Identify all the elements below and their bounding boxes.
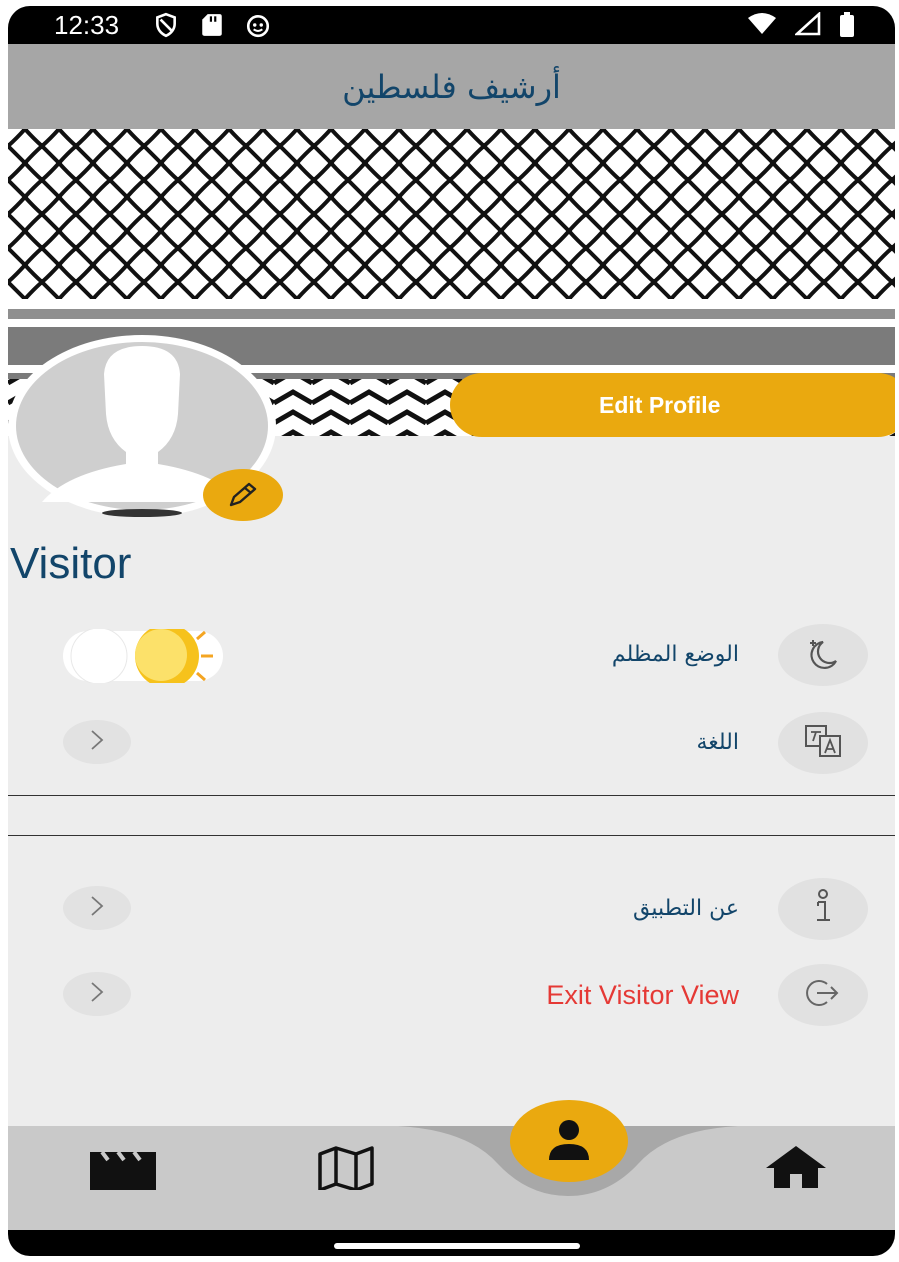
exit-visitor-row[interactable]: Exit Visitor View [8,962,895,1028]
dark-mode-row[interactable]: الوضع المظلم [8,622,895,688]
page-title: أرشيف فلسطين [342,67,561,106]
chevron-right-icon [89,981,105,1007]
dark-mode-label: الوضع المظلم [611,642,739,667]
language-chevron-button[interactable] [63,720,131,764]
moon-icon [803,634,843,676]
status-bar: 12:33 [8,6,895,44]
chevron-right-icon [89,729,105,755]
pencil-icon [227,481,259,513]
logout-icon [803,976,843,1014]
nav-profile[interactable] [510,1100,628,1182]
sd-card-icon [201,12,223,42]
info-icon [811,888,835,930]
nav-videos[interactable] [78,1144,168,1204]
language-icon-button [778,712,868,774]
about-label: عن التطبيق [633,896,739,921]
app-bar: أرشيف فلسطين [8,44,895,129]
edit-avatar-button[interactable] [203,469,283,521]
shield-icon [153,12,179,42]
exit-visitor-label: Exit Visitor View [546,980,739,1010]
exit-chevron-button[interactable] [63,972,131,1016]
language-label: اللغة [696,730,739,755]
divider [8,835,895,836]
dark-mode-icon-button [778,624,868,686]
nav-map[interactable] [308,1142,388,1202]
edit-profile-button[interactable]: Edit Profile [450,373,895,437]
about-chevron-button[interactable] [63,886,131,930]
language-row[interactable]: اللغة [8,710,895,776]
wifi-icon [747,12,777,42]
divider [8,795,895,796]
translate-icon [803,723,843,763]
user-name: Visitor [10,539,132,588]
nav-home[interactable] [758,1142,838,1202]
phone-screen: 12:33 أرشيف فلسطين Edit Profile Visitor … [8,6,895,1256]
about-row[interactable]: عن التطبيق [8,876,895,942]
chevron-right-icon [89,895,105,921]
exit-icon-button [778,964,868,1026]
bottom-navigation [8,1100,895,1230]
about-icon-button [778,878,868,940]
signal-icon [793,11,821,42]
home-indicator[interactable] [334,1243,580,1249]
cat-face-icon [245,12,271,42]
status-time: 12:33 [54,10,120,40]
theme-toggle[interactable] [63,624,223,688]
battery-icon [839,12,855,42]
edit-profile-label: Edit Profile [599,391,721,418]
